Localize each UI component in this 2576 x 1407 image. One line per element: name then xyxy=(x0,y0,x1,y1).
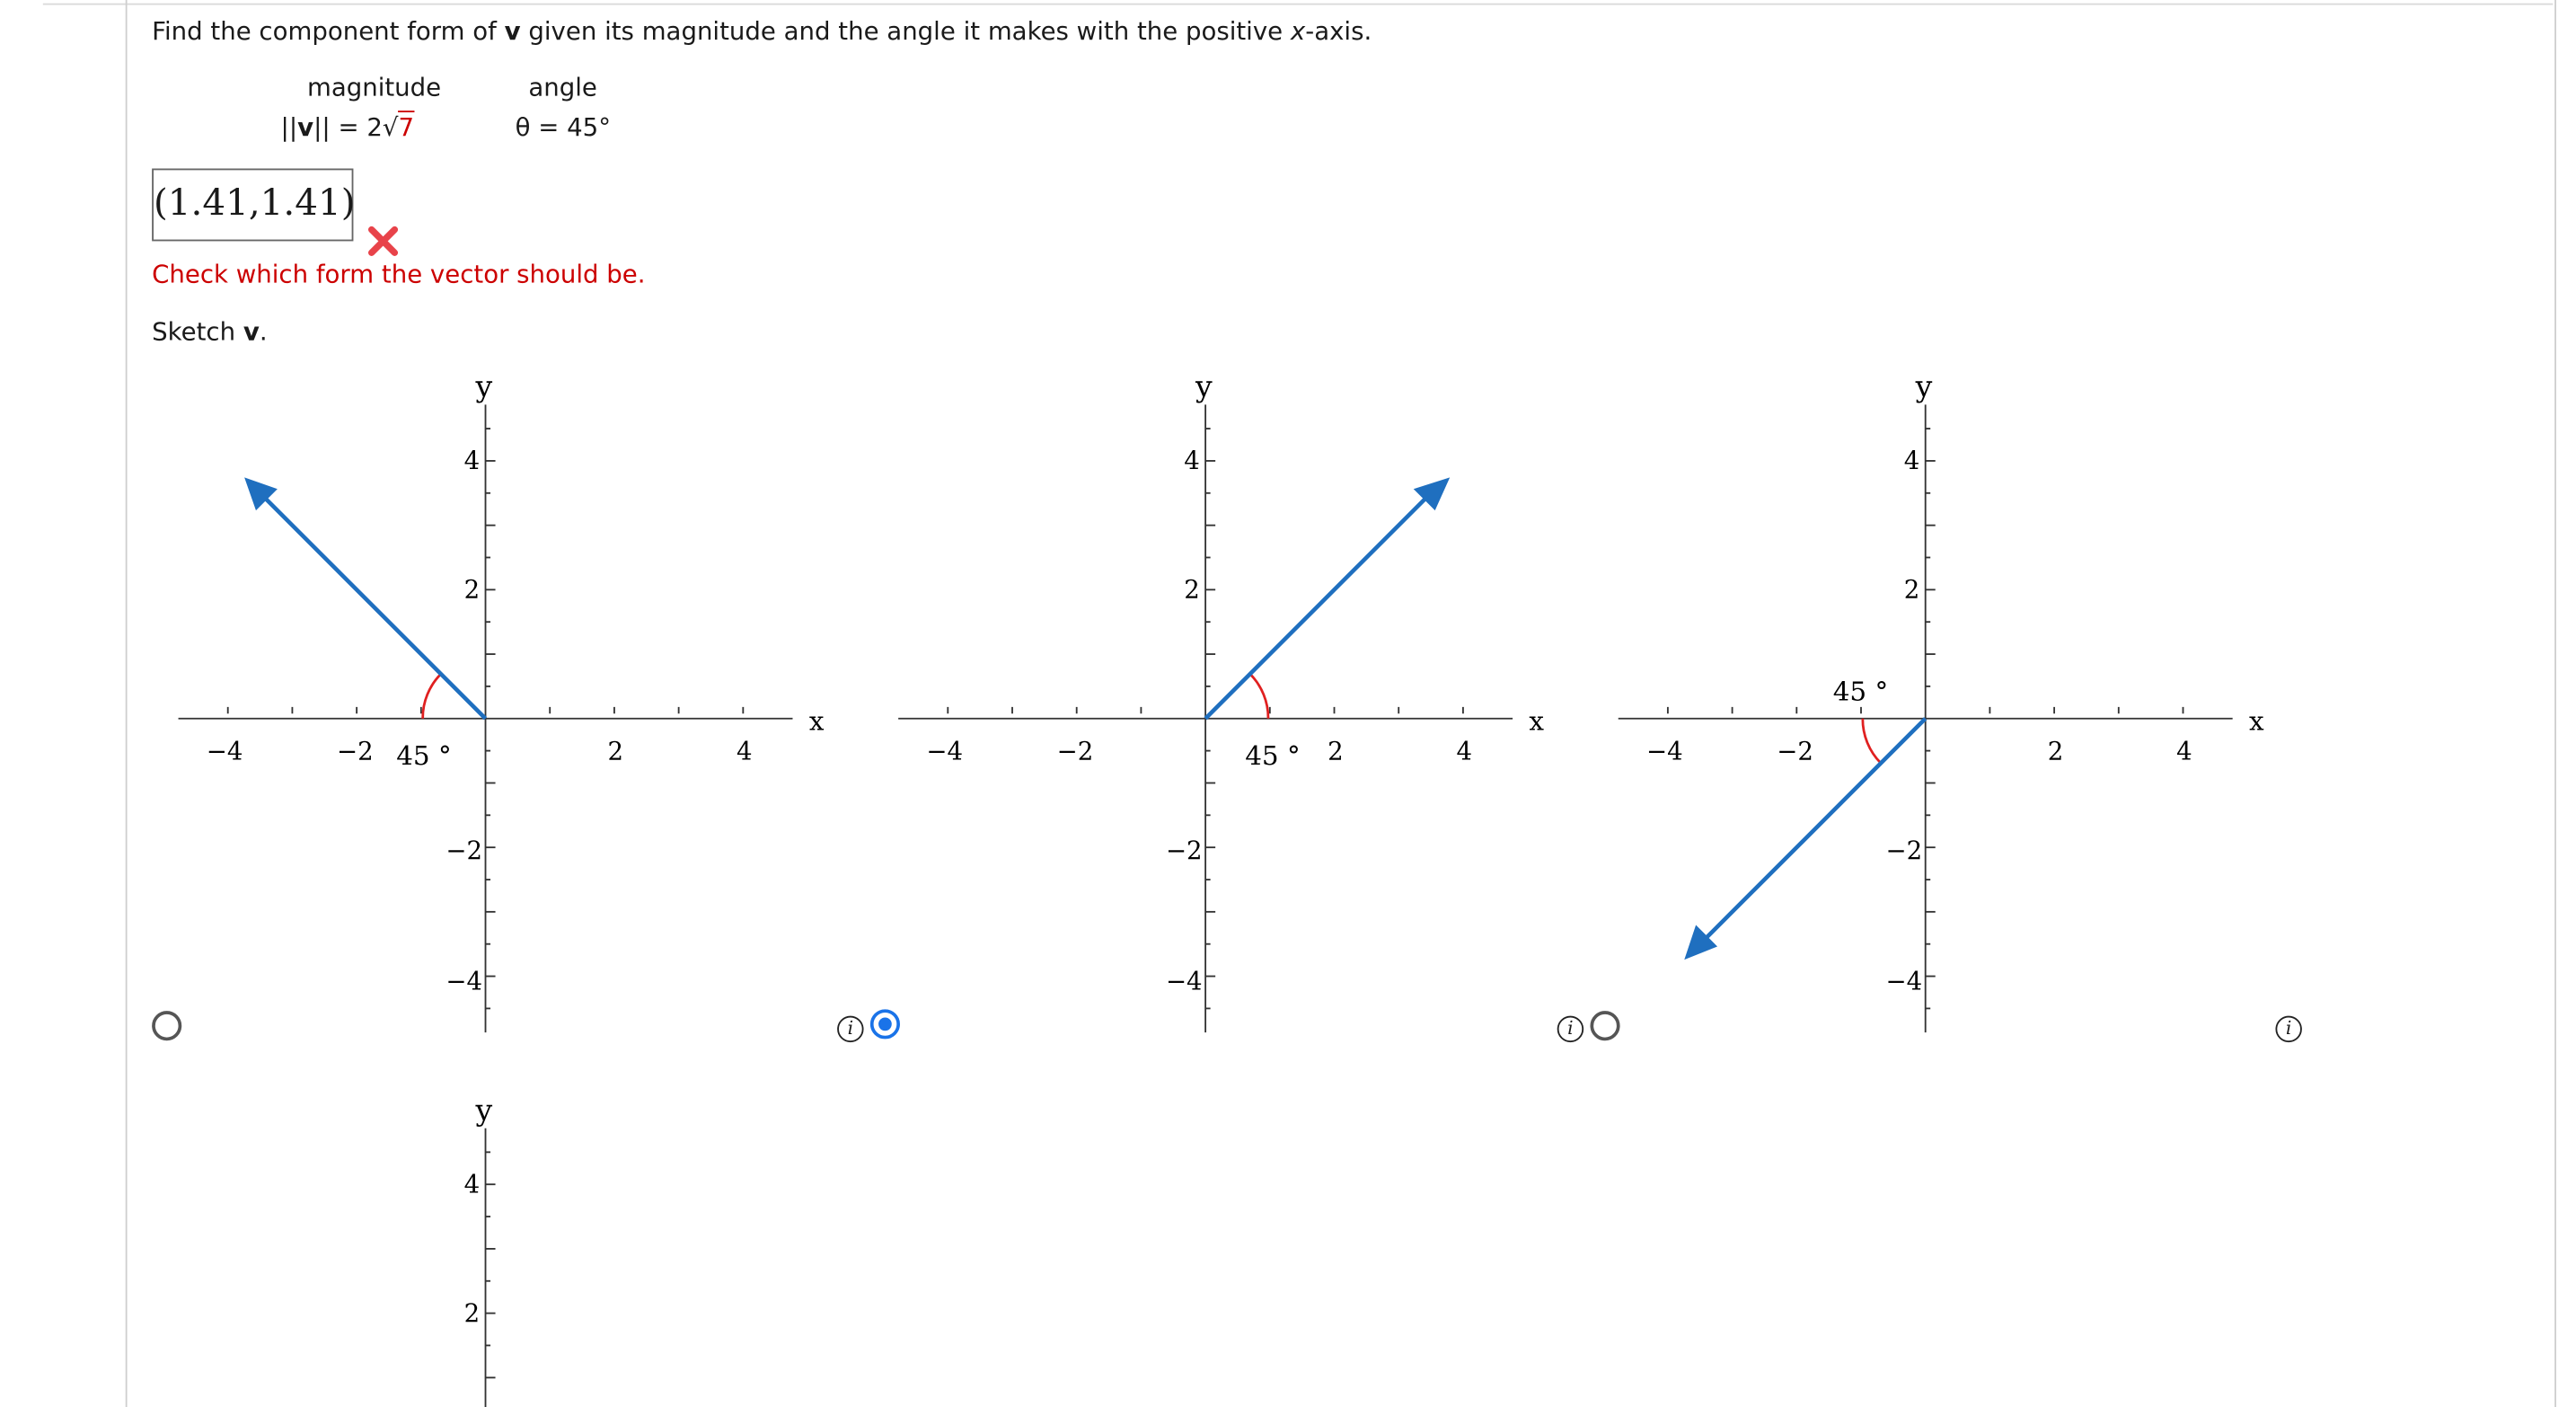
angle-label: 45 ° xyxy=(1833,677,1888,707)
x-axis-label: x xyxy=(2249,706,2264,737)
tick-label-y-2: 2 xyxy=(464,575,481,605)
angle-arc xyxy=(421,673,442,719)
option-b-info-icon[interactable]: i xyxy=(1557,1015,1584,1043)
y-axis-label: y xyxy=(1195,368,1213,403)
tick-label-x-2: 2 xyxy=(608,737,624,766)
tick-label-y-4: 4 xyxy=(1904,446,1920,475)
tick-label-y-4: 4 xyxy=(464,446,481,475)
option-a-info-icon[interactable]: i xyxy=(837,1015,864,1043)
tick-label-y-2: 2 xyxy=(464,1298,481,1328)
sqrt-sign: √ xyxy=(382,112,399,143)
angle-arc xyxy=(1861,718,1883,765)
tick-label-y-neg2: −2 xyxy=(1886,836,1923,865)
question-prompt: Find the component form of v given its m… xyxy=(152,16,1372,47)
tick-label-x-4: 4 xyxy=(737,737,753,766)
tick-label-y-4: 4 xyxy=(1184,446,1200,475)
x-axis-label: x xyxy=(809,706,825,737)
graph-option-b: x y −4 −2 2 4 4 2 −2 −4 45 ° xyxy=(898,368,1544,1033)
tick-label-x-4: 4 xyxy=(2176,737,2192,766)
tick-label-y-neg2: −2 xyxy=(446,836,482,865)
angle-value: θ = 45° xyxy=(515,112,612,143)
graph-option-a: x y −4 −2 2 4 4 2 −2 −4 45 ° xyxy=(178,368,825,1033)
tick-label-x-neg2: −2 xyxy=(1777,737,1813,766)
y-axis-label: y xyxy=(1915,368,1933,403)
option-c-info-icon[interactable]: i xyxy=(2275,1015,2302,1043)
y-axis-label: y xyxy=(474,368,492,403)
tick-label-y-2: 2 xyxy=(1184,575,1200,605)
axis-ticks xyxy=(485,1151,496,1379)
tick-label-x-neg2: −2 xyxy=(1057,737,1094,766)
magnitude-header: magnitude xyxy=(306,72,442,102)
graph-option-d: y 4 2 xyxy=(464,1093,496,1407)
answer-input[interactable]: (1.41,1.41) xyxy=(152,168,356,242)
tick-label-y-neg4: −4 xyxy=(1166,966,1203,996)
tick-label-x-4: 4 xyxy=(1457,737,1473,766)
tick-label-y-neg2: −2 xyxy=(1166,836,1203,865)
magnitude-value: ||v|| = 2√7 xyxy=(280,111,415,143)
angle-arc xyxy=(1248,673,1270,719)
y-axis-label: y xyxy=(474,1093,492,1128)
tick-label-x-2: 2 xyxy=(1328,737,1344,766)
tick-label-y-4: 4 xyxy=(464,1169,481,1199)
incorrect-icon xyxy=(367,226,399,256)
answer-text: (1.41,1.41) xyxy=(153,183,356,226)
graph-option-c: x y −4 −2 2 4 4 2 −2 −4 45 ° xyxy=(1618,368,2264,1033)
sketch-prompt: Sketch v. xyxy=(152,316,268,348)
tick-label-x-neg2: −2 xyxy=(337,737,374,766)
vector-line xyxy=(1204,492,1432,721)
option-c-radio[interactable] xyxy=(1590,1011,1620,1041)
angle-label: 45 ° xyxy=(396,740,451,771)
tick-label-y-neg4: −4 xyxy=(1886,966,1923,996)
tick-label-x-neg4: −4 xyxy=(1646,737,1683,766)
tick-label-y-2: 2 xyxy=(1904,575,1920,605)
x-axis-label: x xyxy=(1529,706,1544,737)
feedback-message: Check which form the vector should be. xyxy=(152,259,646,289)
tick-label-x-2: 2 xyxy=(2048,737,2064,766)
tick-label-x-neg4: −4 xyxy=(207,737,243,766)
angle-header: angle xyxy=(528,72,597,102)
option-b-radio[interactable] xyxy=(869,1009,900,1040)
vector-line xyxy=(259,492,488,721)
tick-label-x-neg4: −4 xyxy=(926,737,963,766)
tick-label-y-neg4: −4 xyxy=(446,966,482,996)
radicand: 7 xyxy=(398,111,415,143)
angle-label: 45 ° xyxy=(1245,740,1300,771)
option-a-radio[interactable] xyxy=(152,1011,182,1041)
